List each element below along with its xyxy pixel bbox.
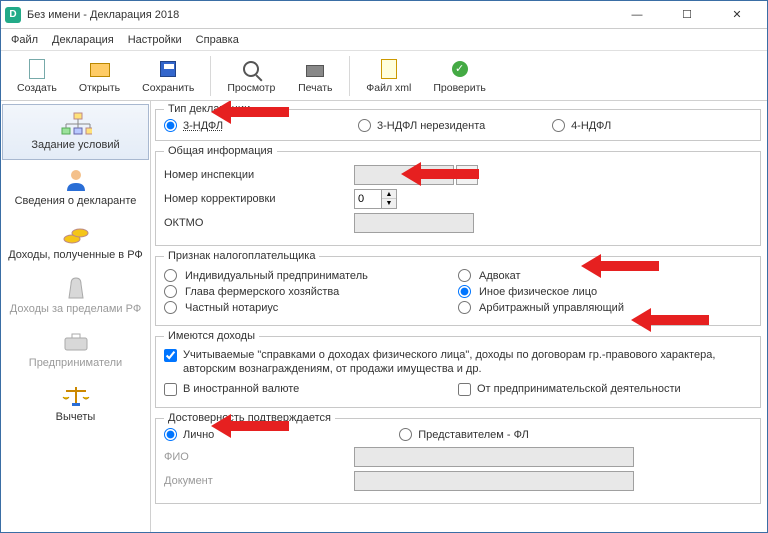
chk-spravki-income[interactable] (164, 349, 177, 362)
spinner-down[interactable]: ▼ (382, 199, 396, 208)
sidebar-item-income-abroad[interactable]: Доходы за пределами РФ (1, 269, 150, 323)
menu-file[interactable]: Файл (11, 34, 38, 46)
minimize-button[interactable]: — (619, 5, 655, 25)
menu-declaration[interactable]: Декларация (52, 34, 114, 46)
general-info-group: Общая информация Номер инспекции … Номер… (155, 145, 761, 246)
radio-arbitration[interactable] (458, 301, 471, 314)
radio-label: Индивидуальный предприниматель (185, 270, 368, 282)
app-icon: D (5, 7, 21, 23)
sidebar-item-label: Доходы за пределами РФ (10, 303, 141, 315)
radio-private-notary[interactable] (164, 301, 177, 314)
person-icon (60, 167, 92, 193)
check-button[interactable]: ✓Проверить (423, 56, 496, 96)
chk-label: От предпринимательской деятельности (477, 383, 752, 397)
radio-other-person[interactable] (458, 285, 471, 298)
sidebar-item-label: Предприниматели (29, 357, 122, 369)
radio-label: Представителем - ФЛ (418, 429, 529, 441)
save-button[interactable]: Сохранить (132, 56, 204, 96)
xml-button[interactable]: Файл xml (356, 56, 421, 96)
close-button[interactable]: ✕ (719, 5, 755, 25)
radio-label: 4-НДФЛ (571, 120, 611, 132)
radio-farm-head[interactable] (164, 285, 177, 298)
fio-label: ФИО (164, 451, 354, 463)
main-panel: Тип декларации 3-НДФЛ 3-НДФЛ нерезидента… (151, 101, 767, 532)
incomes-group: Имеются доходы Учитываемые "справками о … (155, 330, 761, 408)
sidebar-item-entrepreneurs[interactable]: Предприниматели (1, 323, 150, 377)
legend: Общая информация (164, 145, 277, 157)
correction-input[interactable] (354, 189, 382, 209)
titlebar: D Без имени - Декларация 2018 — ☐ ✕ (1, 1, 767, 29)
radio-personally[interactable] (164, 428, 177, 441)
bag-icon (60, 275, 92, 301)
radio-representative[interactable] (399, 428, 412, 441)
toolbar: Создать Открыть Сохранить Просмотр Печат… (1, 51, 767, 101)
preview-button[interactable]: Просмотр (217, 56, 285, 96)
radio-lawyer[interactable] (458, 269, 471, 282)
radio-4ndfl[interactable] (552, 119, 565, 132)
radio-label: Адвокат (479, 270, 521, 282)
sidebar-item-income-rf[interactable]: Доходы, полученные в РФ (1, 215, 150, 269)
radio-3ndfl[interactable] (164, 119, 177, 132)
radio-label: 3-НДФЛ нерезидента (377, 120, 485, 132)
sidebar-item-declarant[interactable]: Сведения о декларанте (1, 161, 150, 215)
radio-label: Частный нотариус (185, 302, 278, 314)
spinner-up[interactable]: ▲ (382, 190, 396, 199)
confirmation-group: Достоверность подтверждается Лично Предс… (155, 412, 761, 504)
legend: Имеются доходы (164, 330, 259, 342)
radio-label: Лично (183, 429, 214, 441)
sidebar: Задание условий Сведения о декларанте До… (1, 101, 151, 532)
maximize-button[interactable]: ☐ (669, 5, 705, 25)
legend: Тип декларации (164, 103, 254, 115)
chk-label: Учитываемые "справками о доходах физичес… (183, 349, 752, 377)
chk-entrepreneurial[interactable] (458, 383, 471, 396)
sidebar-item-deductions[interactable]: Вычеты (1, 377, 150, 431)
radio-3ndfl-nonresident[interactable] (358, 119, 371, 132)
correction-spinner[interactable]: ▲▼ (354, 189, 397, 209)
legend: Достоверность подтверждается (164, 412, 335, 424)
tree-icon (60, 111, 92, 137)
doc-field (354, 471, 634, 491)
legend: Признак налогоплательщика (164, 250, 319, 262)
chk-foreign-currency[interactable] (164, 383, 177, 396)
menu-settings[interactable]: Настройки (128, 34, 182, 46)
radio-ind-entrepreneur[interactable] (164, 269, 177, 282)
briefcase-icon (60, 329, 92, 355)
menu-help[interactable]: Справка (196, 34, 239, 46)
create-button[interactable]: Создать (7, 56, 67, 96)
coins-icon (60, 221, 92, 247)
radio-label: Иное физическое лицо (479, 286, 597, 298)
sidebar-item-label: Вычеты (56, 411, 96, 423)
menubar: Файл Декларация Настройки Справка (1, 29, 767, 51)
oktmo-field (354, 213, 474, 233)
correction-label: Номер корректировки (164, 193, 354, 205)
chk-label: В иностранной валюте (183, 383, 458, 397)
sidebar-item-label: Задание условий (31, 139, 119, 151)
open-button[interactable]: Открыть (69, 56, 130, 96)
fio-field (354, 447, 634, 467)
window-title: Без имени - Декларация 2018 (27, 9, 619, 21)
sidebar-item-label: Доходы, полученные в РФ (8, 249, 143, 261)
taxpayer-sign-group: Признак налогоплательщика Индивидуальный… (155, 250, 761, 326)
inspection-label: Номер инспекции (164, 169, 354, 181)
declaration-type-group: Тип декларации 3-НДФЛ 3-НДФЛ нерезидента… (155, 103, 761, 141)
sidebar-item-conditions[interactable]: Задание условий (2, 104, 149, 160)
oktmo-label: ОКТМО (164, 217, 354, 229)
radio-label: Глава фермерского хозяйства (185, 286, 339, 298)
print-button[interactable]: Печать (287, 56, 343, 96)
scales-icon (60, 383, 92, 409)
doc-label: Документ (164, 475, 354, 487)
inspection-field (354, 165, 454, 185)
inspection-lookup-button[interactable]: … (456, 165, 478, 185)
radio-label: Арбитражный управляющий (479, 302, 624, 314)
radio-label: 3-НДФЛ (183, 120, 223, 132)
sidebar-item-label: Сведения о декларанте (15, 195, 137, 207)
